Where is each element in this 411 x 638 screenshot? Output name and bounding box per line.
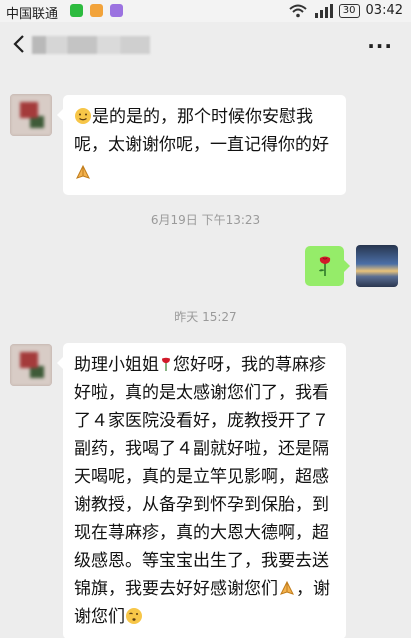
kissing-face-emoji-icon xyxy=(126,608,142,624)
message-bubble-incoming[interactable]: 是的是的，那个时候你安慰我呢，太谢谢你呢，一直记得你的好 xyxy=(57,95,346,195)
status-bar: 中国联通 30 03:42 xyxy=(0,0,411,22)
rose-emoji-icon xyxy=(319,256,331,276)
timestamp: 昨天 15:27 xyxy=(174,310,237,324)
contact-name-blurred xyxy=(32,36,150,54)
carrier-label: 中国联通 xyxy=(6,7,59,22)
chevron-left-icon[interactable] xyxy=(8,32,32,56)
app-notification-icon xyxy=(110,4,123,17)
wechat-notification-icon xyxy=(70,4,83,17)
battery-indicator: 30 xyxy=(338,3,360,18)
clock: 03:42 xyxy=(365,3,403,18)
folded-hands-emoji-icon xyxy=(76,164,90,179)
message-text: 是的是的，那个时候你安慰我呢，太谢谢你呢，一直记得你的好 xyxy=(74,107,329,155)
app-notification-icon xyxy=(90,4,103,17)
contact-avatar[interactable] xyxy=(10,344,52,386)
message-text: 助理小姐姐 xyxy=(74,355,159,375)
own-avatar[interactable] xyxy=(356,245,398,287)
chat-header: ··· xyxy=(0,22,411,68)
folded-hands-emoji-icon xyxy=(280,580,294,595)
message-bubble-incoming[interactable]: 助理小姐姐 您好呀，我的荨麻疹好啦，真的是太感谢您们了，我看了４家医院没看好，庞… xyxy=(57,343,346,638)
cellular-signal-icon xyxy=(314,3,333,18)
contact-avatar[interactable] xyxy=(10,94,52,136)
wifi-icon xyxy=(289,4,307,17)
blush-emoji-icon xyxy=(75,108,91,124)
more-options-button[interactable]: ··· xyxy=(367,34,393,58)
timestamp-cut-off xyxy=(0,66,411,72)
rose-emoji-icon xyxy=(162,357,170,371)
message-bubble-outgoing[interactable] xyxy=(305,246,350,286)
timestamp: 6月19日 下午13:23 xyxy=(150,213,261,227)
message-text: 您好呀，我的荨麻疹好啦，真的是太感谢您们了，我看了４家医院没看好，庞教授开了７副… xyxy=(74,355,329,599)
